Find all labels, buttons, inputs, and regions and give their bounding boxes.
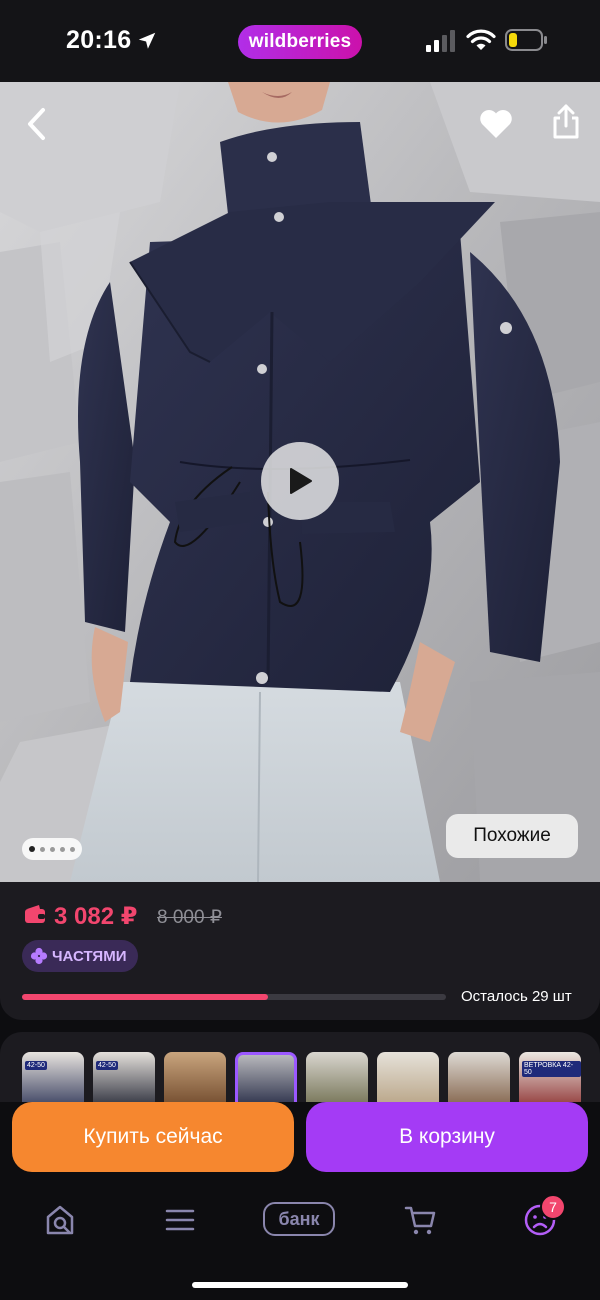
heart-icon bbox=[480, 110, 512, 138]
home-search-icon bbox=[46, 1205, 74, 1235]
installments-badge[interactable]: ЧАСТЯМИ bbox=[22, 940, 139, 972]
cellular-signal-icon bbox=[426, 30, 455, 52]
gallery-dot bbox=[60, 846, 65, 852]
variant-tag: 42-50 bbox=[25, 1061, 47, 1070]
back-chevron-icon bbox=[28, 108, 45, 140]
gallery-dot bbox=[70, 846, 75, 852]
status-time: 20:16 bbox=[66, 26, 132, 54]
stock-progress bbox=[22, 994, 446, 1000]
share-icon bbox=[553, 104, 579, 139]
battery-low-icon bbox=[505, 29, 547, 51]
buy-now-button[interactable]: Купить сейчас bbox=[12, 1102, 294, 1172]
stock-progress-fill bbox=[22, 994, 268, 1000]
installments-label: ЧАСТЯМИ bbox=[52, 947, 127, 965]
variant-thumbnail[interactable] bbox=[306, 1052, 368, 1102]
brand-logo: wildberries bbox=[238, 25, 362, 59]
stock-label: Осталось 29 шт bbox=[461, 988, 572, 1005]
variant-tag: ВЕТРОВКА 42-50 bbox=[522, 1061, 581, 1077]
play-video-button[interactable] bbox=[261, 442, 339, 520]
location-arrow-icon bbox=[138, 32, 156, 49]
product-image[interactable]: Похожие bbox=[0, 82, 600, 882]
tab-catalog[interactable] bbox=[158, 1200, 202, 1240]
old-price: 8 000 ₽ bbox=[157, 907, 222, 928]
play-icon bbox=[290, 468, 312, 494]
wifi-icon bbox=[466, 29, 496, 50]
profile-notification-badge: 7 bbox=[540, 1194, 566, 1220]
back-button[interactable] bbox=[16, 104, 56, 144]
home-indicator bbox=[192, 1282, 408, 1288]
variant-thumbnail[interactable]: ВЕТРОВКА 42-50 bbox=[519, 1052, 581, 1102]
variant-thumbnail-selected[interactable] bbox=[235, 1052, 297, 1102]
variant-thumbnail[interactable] bbox=[448, 1052, 510, 1102]
variant-thumbnail[interactable]: 42-50 bbox=[22, 1052, 84, 1102]
tab-bank[interactable]: банк bbox=[263, 1202, 335, 1236]
installments-icon bbox=[30, 947, 48, 965]
variant-thumbnail[interactable] bbox=[164, 1052, 226, 1102]
gallery-indicator bbox=[22, 838, 82, 860]
current-price: 3 082 ₽ bbox=[54, 903, 138, 930]
variant-thumbnail[interactable] bbox=[377, 1052, 439, 1102]
gallery-dot bbox=[50, 846, 55, 852]
variant-strip: 42-50 42-50 ВЕТРОВКА 42-50 bbox=[0, 1032, 600, 1102]
favorite-button[interactable] bbox=[474, 102, 518, 146]
add-to-cart-button[interactable]: В корзину bbox=[306, 1102, 588, 1172]
status-bar: 20:16 wildberries bbox=[0, 0, 600, 82]
gallery-dot bbox=[29, 846, 35, 852]
menu-icon bbox=[165, 1209, 195, 1231]
variant-thumbnail[interactable]: 42-50 bbox=[93, 1052, 155, 1102]
tab-home[interactable] bbox=[38, 1200, 82, 1240]
variant-tag: 42-50 bbox=[96, 1061, 118, 1070]
cart-icon bbox=[404, 1206, 436, 1235]
wallet-icon bbox=[25, 905, 45, 923]
tab-cart[interactable] bbox=[398, 1200, 442, 1240]
share-button[interactable] bbox=[544, 100, 588, 144]
gallery-dot bbox=[40, 846, 45, 852]
similar-button[interactable]: Похожие bbox=[446, 814, 578, 858]
price-card: 3 082 ₽ 8 000 ₽ ЧАСТЯМИ Осталось 29 шт bbox=[0, 882, 600, 1020]
